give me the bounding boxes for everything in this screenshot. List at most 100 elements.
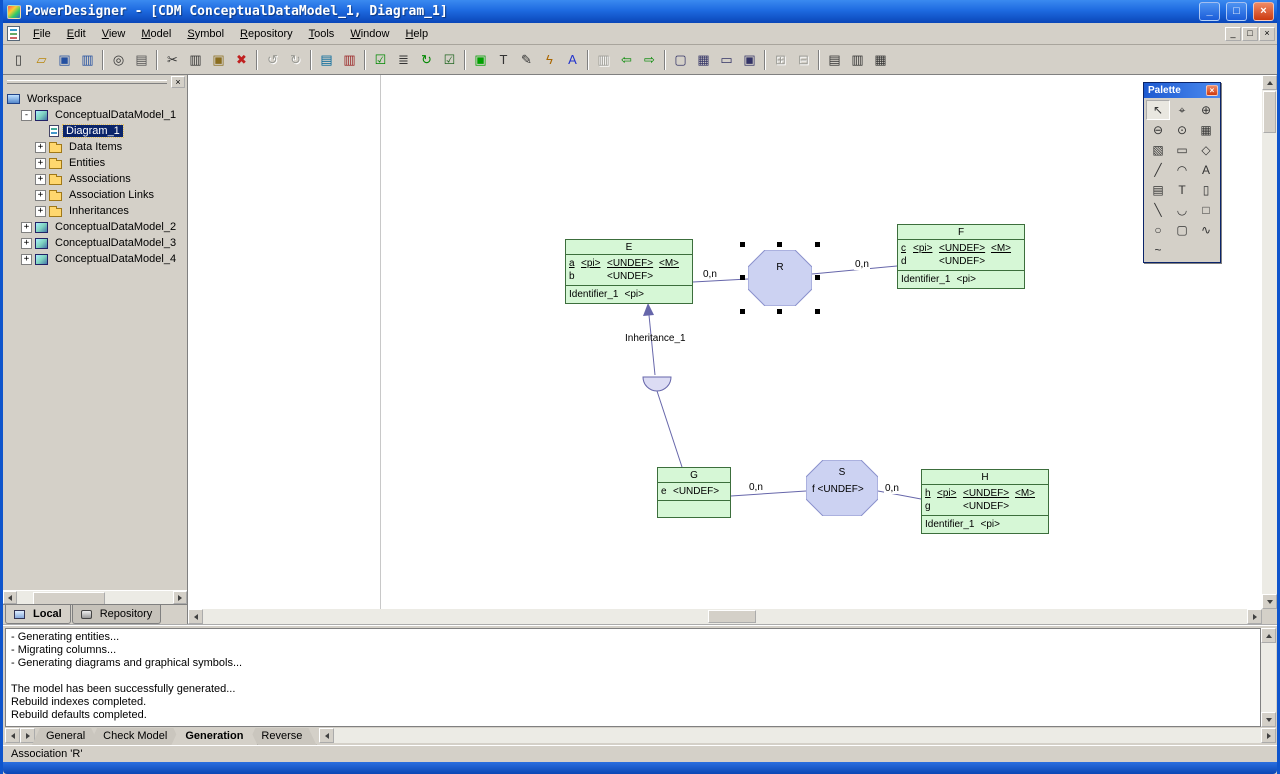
tree-horizontal-scrollbar[interactable] — [3, 590, 187, 604]
scroll-left-icon[interactable] — [3, 591, 17, 604]
selection-handle[interactable] — [815, 309, 820, 314]
scroll-thumb[interactable] — [708, 610, 756, 623]
tree-item-entities[interactable]: +Entities — [5, 155, 187, 171]
tree-expander-icon[interactable]: + — [21, 222, 32, 233]
mdi-minimize-button[interactable]: _ — [1225, 27, 1241, 41]
tabs-scroll-left-icon[interactable] — [5, 728, 20, 743]
tree-expander-icon[interactable]: + — [21, 238, 32, 249]
note-tool[interactable]: ▤ — [1146, 180, 1170, 200]
tree-expander-icon[interactable]: + — [35, 206, 46, 217]
delete-button[interactable]: ✖ — [230, 49, 253, 71]
entity-f[interactable]: Fc<pi><UNDEF><M>d<UNDEF>Identifier_1<pi> — [897, 224, 1025, 289]
entity-tool[interactable]: ▭ — [1170, 140, 1194, 160]
selection-handle[interactable] — [777, 309, 782, 314]
copy-button[interactable]: ▥ — [184, 49, 207, 71]
list-report-button[interactable]: ≣ — [392, 49, 415, 71]
save-button[interactable]: ▣ — [53, 49, 76, 71]
selection-handle[interactable] — [777, 242, 782, 247]
scroll-left-icon[interactable] — [319, 728, 334, 743]
font-button[interactable]: A — [561, 49, 584, 71]
check-model-button[interactable]: ☑ — [369, 49, 392, 71]
selection-handle[interactable] — [815, 242, 820, 247]
cut-button[interactable]: ✂ — [161, 49, 184, 71]
menu-view[interactable]: View — [94, 25, 134, 43]
selection-handle[interactable] — [740, 242, 745, 247]
association-link-tool[interactable]: ╱ — [1146, 160, 1170, 180]
selection-handle[interactable] — [740, 309, 745, 314]
scroll-right-icon[interactable] — [1261, 728, 1276, 743]
paste-button[interactable]: ▣ — [207, 49, 230, 71]
scroll-thumb[interactable] — [1263, 91, 1276, 133]
arc-tool[interactable]: ◡ — [1170, 200, 1194, 220]
tabs-scroll-right-icon[interactable] — [20, 728, 35, 743]
menu-tools[interactable]: Tools — [301, 25, 343, 43]
entity-e[interactable]: Ea<pi><UNDEF><M>b<UNDEF>Identifier_1<pi> — [565, 239, 693, 304]
rounded-rectangle-tool[interactable]: ▢ — [1170, 220, 1194, 240]
selection-handle[interactable] — [740, 275, 745, 280]
output-log[interactable]: - Generating entities...- Migrating colu… — [5, 628, 1261, 727]
text-tool[interactable]: A — [1194, 160, 1218, 180]
title-tool[interactable]: T — [1170, 180, 1194, 200]
freehand-tool[interactable]: ~ — [1146, 240, 1170, 260]
entity-h[interactable]: Hh<pi><UNDEF><M>g<UNDEF>Identifier_1<pi> — [921, 469, 1049, 534]
scroll-right-icon[interactable] — [173, 591, 187, 604]
save-all-button[interactable]: ▥ — [76, 49, 99, 71]
diagram-canvas[interactable]: 0,n0,n0,n0,nInheritance_1Ea<pi><UNDEF><M… — [188, 75, 1262, 609]
report-button[interactable]: ▥ — [338, 49, 361, 71]
find-button[interactable]: ◎ — [107, 49, 130, 71]
list-items-button[interactable]: ▥ — [846, 49, 869, 71]
menu-window[interactable]: Window — [342, 25, 397, 43]
window-tile-button[interactable]: ▦ — [692, 49, 715, 71]
tree-item-diagram-1[interactable]: Diagram_1 — [5, 123, 187, 139]
tree-item-conceptualdatamodel-4[interactable]: +ConceptualDataModel_4 — [5, 251, 187, 267]
canvas-vertical-scrollbar[interactable] — [1262, 75, 1277, 609]
scroll-down-icon[interactable] — [1261, 712, 1276, 727]
tree-expander-icon[interactable]: + — [35, 158, 46, 169]
rectangle-tool[interactable]: □ — [1194, 200, 1218, 220]
tree-expander-icon[interactable]: + — [35, 190, 46, 201]
title-bar[interactable]: PowerDesigner - [CDM ConceptualDataModel… — [3, 0, 1277, 23]
lightning-button[interactable]: ϟ — [538, 49, 561, 71]
selection-handle[interactable] — [815, 275, 820, 280]
menu-symbol[interactable]: Symbol — [179, 25, 232, 43]
open-button[interactable]: ▱ — [30, 49, 53, 71]
scroll-up-icon[interactable] — [1262, 75, 1277, 90]
output-tab-general[interactable]: General — [32, 728, 99, 745]
canvas-horizontal-scrollbar[interactable] — [188, 609, 1262, 624]
mdi-close-button[interactable]: × — [1259, 27, 1275, 41]
association-r[interactable]: R — [748, 250, 812, 306]
document-icon[interactable] — [7, 26, 20, 41]
workspace-tab-repository[interactable]: Repository — [72, 605, 162, 624]
scroll-right-icon[interactable] — [1247, 609, 1262, 624]
tree-item-data-items[interactable]: +Data Items — [5, 139, 187, 155]
tree-item-conceptualdatamodel-3[interactable]: +ConceptualDataModel_3 — [5, 235, 187, 251]
tree-expander-icon[interactable]: + — [35, 174, 46, 185]
menu-help[interactable]: Help — [397, 25, 436, 43]
ellipse-tool[interactable]: ○ — [1146, 220, 1170, 240]
validate-button[interactable]: ☑ — [438, 49, 461, 71]
tree-expander-icon[interactable]: + — [35, 142, 46, 153]
close-button[interactable]: × — [1253, 2, 1274, 21]
zoom-in-tool[interactable]: ⊕ — [1194, 100, 1218, 120]
tree-item-conceptualdatamodel-1[interactable]: -ConceptualDataModel_1 — [5, 107, 187, 123]
title-tool-button[interactable]: T — [492, 49, 515, 71]
file-tool[interactable]: ▯ — [1194, 180, 1218, 200]
window-cascade-button[interactable]: ▢ — [669, 49, 692, 71]
menu-edit[interactable]: Edit — [59, 25, 94, 43]
tree-expander-icon[interactable]: + — [21, 254, 32, 265]
properties-button[interactable]: ▤ — [315, 49, 338, 71]
pointer-tool[interactable]: ↖ — [1146, 100, 1170, 120]
package-tool[interactable]: ▧ — [1146, 140, 1170, 160]
new-button[interactable]: ▯ — [7, 49, 30, 71]
panel-close-icon[interactable]: × — [171, 76, 185, 88]
tree-item-conceptualdatamodel-2[interactable]: +ConceptualDataModel_2 — [5, 219, 187, 235]
association-s[interactable]: Sf <UNDEF> — [806, 460, 878, 516]
output-vertical-scrollbar[interactable] — [1261, 628, 1276, 727]
tree-item-inheritances[interactable]: +Inheritances — [5, 203, 187, 219]
workspace-panel-header[interactable]: × — [3, 75, 187, 89]
line-tool[interactable]: ╲ — [1146, 200, 1170, 220]
tree-item-workspace[interactable]: Workspace — [5, 91, 187, 107]
association-tool[interactable]: ◇ — [1194, 140, 1218, 160]
zoom-window-tool[interactable]: ⊙ — [1170, 120, 1194, 140]
zoom-out-tool[interactable]: ⊖ — [1146, 120, 1170, 140]
